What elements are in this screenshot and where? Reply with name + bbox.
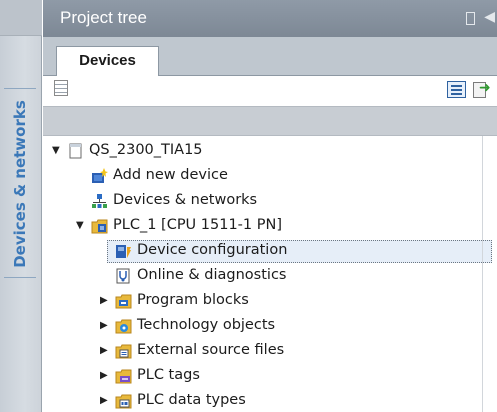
tree-item-label: PLC data types: [137, 392, 246, 408]
source-files-folder-icon: [115, 344, 132, 359]
tree-item-online-diagnostics[interactable]: Online & diagnostics: [43, 264, 497, 289]
portal-view-strip: Devices & networks: [0, 0, 42, 412]
tree-item-devices-networks[interactable]: Devices & networks: [43, 189, 497, 214]
plc-folder-icon: [91, 219, 108, 234]
expand-triangle-icon[interactable]: ▶: [100, 295, 110, 307]
tree-item-label: Program blocks: [137, 292, 249, 308]
tree-item-label: PLC tags: [137, 367, 200, 383]
panel-title: Project tree: [60, 8, 147, 27]
tree-item-device-configuration[interactable]: Device configuration: [43, 239, 497, 264]
panel-titlebar: Project tree ◀: [43, 0, 497, 37]
project-icon: [69, 143, 82, 159]
tree-item-technology-objects[interactable]: ▶ Technology objects: [43, 314, 497, 339]
expand-triangle-icon[interactable]: ▶: [100, 395, 110, 407]
export-icon[interactable]: ➜: [473, 80, 491, 99]
expand-triangle-icon[interactable]: ▼: [52, 145, 62, 157]
tree-item-add-new-device[interactable]: Add new device: [43, 164, 497, 189]
tree-item-label: Online & diagnostics: [137, 267, 287, 283]
add-device-icon: [92, 168, 108, 183]
devices-networks-vertical-tab[interactable]: Devices & networks: [4, 88, 36, 278]
device-config-icon: [116, 245, 131, 258]
diagnostics-icon: [116, 268, 130, 284]
program-blocks-folder-icon: [115, 294, 132, 309]
expand-triangle-icon[interactable]: ▶: [100, 370, 110, 382]
tree-toolbar: ➜: [43, 76, 497, 106]
network-icon: [92, 194, 107, 208]
tree-item-label: Device configuration: [137, 242, 288, 258]
column-divider: [482, 136, 483, 412]
tree-item-plc-1[interactable]: ▼ PLC_1 [CPU 1511-1 PN]: [43, 214, 497, 239]
expand-triangle-icon[interactable]: ▼: [76, 220, 86, 232]
strip-header: [0, 0, 42, 36]
tree-item-label: Add new device: [113, 167, 228, 183]
tree-header-band: [43, 106, 497, 136]
tree-item-label: External source files: [137, 342, 285, 358]
tree-item-label: PLC_1 [CPU 1511-1 PN]: [113, 217, 282, 233]
overview-list-icon[interactable]: [447, 81, 466, 98]
expand-triangle-icon[interactable]: ▶: [100, 320, 110, 332]
tree-item-plc-data-types[interactable]: ▶ PLC data types: [43, 389, 497, 412]
tree-item-label: QS_2300_TIA15: [89, 142, 203, 158]
pin-icon[interactable]: [466, 12, 475, 25]
tree-item-external-source-files[interactable]: ▶ External source files: [43, 339, 497, 364]
tree-item-label: Technology objects: [137, 317, 276, 333]
table-view-icon[interactable]: [54, 80, 68, 96]
tree-item-project[interactable]: ▼ QS_2300_TIA15: [43, 139, 497, 164]
plc-tags-folder-icon: [115, 369, 132, 384]
technology-folder-icon: [115, 319, 132, 334]
expand-triangle-icon[interactable]: ▶: [100, 345, 110, 357]
collapse-arrow-icon[interactable]: ◀: [484, 9, 495, 25]
tab-bar: Devices: [43, 37, 497, 77]
tab-devices[interactable]: Devices: [56, 46, 159, 77]
data-types-folder-icon: [115, 394, 132, 409]
vertical-tab-label: Devices & networks: [11, 100, 29, 268]
tree-item-plc-tags[interactable]: ▶ PLC tags: [43, 364, 497, 389]
tree-item-label: Devices & networks: [113, 192, 258, 208]
tree-item-program-blocks[interactable]: ▶ Program blocks: [43, 289, 497, 314]
project-tree: ▼ QS_2300_TIA15 Add new device Devices &…: [43, 136, 497, 412]
